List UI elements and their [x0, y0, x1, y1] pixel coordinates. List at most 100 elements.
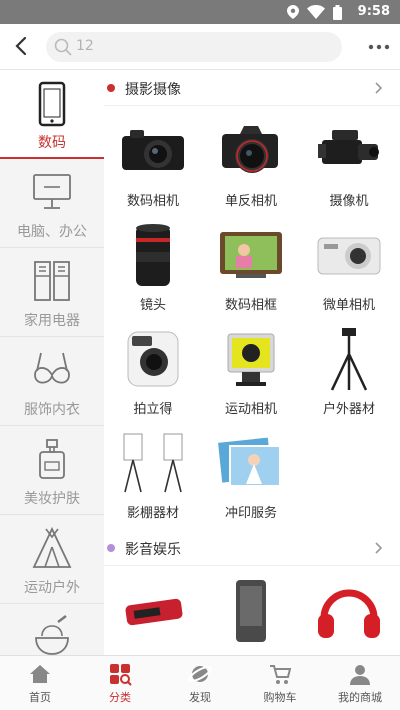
studio-light-image [123, 433, 183, 493]
grid-item-headphones[interactable] [300, 574, 398, 655]
more-button[interactable] [368, 38, 390, 56]
status-time: 9:58 [357, 4, 390, 19]
home-icon [30, 665, 50, 683]
sidebar-item-label: 美妆护肤 [24, 491, 80, 507]
item-name: 微单相机 [322, 298, 375, 313]
grid-item-speaker[interactable] [202, 574, 300, 655]
search-icon [54, 38, 72, 56]
item-name: 冲印服务 [224, 506, 277, 521]
sidebar-item-sports[interactable]: 运动户外 [0, 515, 104, 604]
section-header-av[interactable]: 影音娱乐 [104, 530, 400, 566]
grid-item-lens[interactable]: 镜头 [104, 218, 202, 322]
tab-home[interactable]: 首页 [0, 656, 80, 710]
product-grid-photo: 数码相机 单反相机 摄像机 镜头 数码相框 微单相机 拍立得 运动相机 户外器材… [104, 106, 400, 530]
search-input[interactable]: 12 [46, 32, 342, 62]
section-dot [107, 544, 115, 552]
more-dots-icon [368, 44, 390, 50]
chevron-right-icon [375, 82, 383, 94]
sidebar-item-clothing[interactable]: 服饰内衣 [0, 337, 104, 426]
sidebar-item-digital[interactable]: 数码 [0, 70, 104, 159]
grid-item-photo-frame[interactable]: 数码相框 [202, 218, 300, 322]
phone-icon [38, 81, 66, 127]
tab-cart[interactable]: 购物车 [240, 656, 320, 710]
item-name: 户外器材 [322, 402, 375, 417]
tent-icon [32, 526, 72, 568]
dslr-camera-image [222, 126, 278, 173]
headphones-image [318, 589, 380, 638]
battery-icon [333, 4, 342, 20]
item-name: 拍立得 [133, 402, 173, 417]
chevron-right-icon [375, 542, 383, 554]
sidebar-item-home[interactable] [0, 604, 104, 655]
wifi-icon [307, 5, 325, 19]
grid-item-outdoor-gear[interactable]: 户外器材 [300, 322, 398, 426]
tab-label: 首页 [29, 691, 51, 704]
item-name: 影棚器材 [126, 506, 179, 521]
grid-item-studio[interactable]: 影棚器材 [104, 426, 202, 530]
action-camera-image [227, 333, 275, 386]
cart-icon [270, 665, 292, 684]
mirrorless-camera-image [317, 237, 381, 275]
grid-item-dslr[interactable]: 单反相机 [202, 114, 300, 218]
grid-item-printing[interactable]: 冲印服务 [202, 426, 300, 530]
camcorder-image [318, 130, 379, 164]
item-name: 镜头 [139, 298, 166, 313]
tripod-image [330, 328, 368, 391]
grid-item-mp3[interactable] [104, 574, 202, 655]
sidebar-item-computer[interactable]: 电脑、办公 [0, 159, 104, 248]
sidebar-item-label: 家用电器 [24, 313, 80, 329]
section-header-photo[interactable]: 摄影摄像 [104, 70, 400, 106]
grid-item-instant-camera[interactable]: 拍立得 [104, 322, 202, 426]
sidebar-item-beauty[interactable]: 美妆护肤 [0, 426, 104, 515]
item-name: 运动相机 [224, 402, 277, 417]
category-sidebar: 数码 电脑、办公 家用电器 服饰内衣 美妆护肤 运动户外 [0, 70, 104, 655]
bottom-nav: 首页 分类 发现 购物车 我的商城 [0, 655, 400, 710]
digital-camera-image [122, 130, 184, 170]
planet-icon [188, 666, 212, 682]
monitor-icon [33, 174, 71, 209]
status-bar: 9:58 [0, 0, 400, 24]
mortar-icon [35, 615, 69, 655]
sidebar-item-appliance[interactable]: 家用电器 [0, 248, 104, 337]
grid-item-digital-camera[interactable]: 数码相机 [104, 114, 202, 218]
section-title: 影音娱乐 [125, 542, 181, 558]
fridge-icon [34, 261, 70, 301]
photo-frame-image [220, 232, 282, 278]
tab-label: 发现 [189, 691, 211, 704]
product-grid-av [104, 566, 400, 655]
item-name: 数码相框 [224, 298, 277, 313]
grid-item-action-camera[interactable]: 运动相机 [202, 322, 300, 426]
back-arrow-icon [15, 36, 27, 56]
item-name: 摄像机 [329, 194, 369, 209]
tab-discover[interactable]: 发现 [160, 656, 240, 710]
perfume-icon [39, 439, 65, 479]
status-icons [287, 4, 342, 20]
lens-image [136, 224, 170, 286]
tab-label: 我的商城 [338, 691, 382, 704]
category-content: 摄影摄像 数码相机 单反相机 摄像机 镜头 数码相框 微单相机 拍立得 运动相机… [104, 70, 400, 655]
tab-label: 分类 [109, 691, 131, 704]
sidebar-item-label: 服饰内衣 [24, 402, 80, 418]
back-button[interactable] [10, 34, 34, 58]
speaker-image [236, 580, 266, 642]
section-title: 摄影摄像 [125, 82, 181, 98]
section-dot [107, 84, 115, 92]
sidebar-item-label: 运动户外 [24, 580, 80, 596]
search-text: 12 [76, 38, 94, 54]
item-name: 数码相机 [126, 194, 179, 209]
photo-print-image [218, 437, 281, 487]
category-icon [110, 664, 132, 686]
sidebar-item-label: 电脑、办公 [17, 224, 87, 240]
top-bar: 12 [0, 24, 400, 70]
bra-icon [34, 352, 70, 384]
tab-profile[interactable]: 我的商城 [320, 656, 400, 710]
grid-item-camcorder[interactable]: 摄像机 [300, 114, 398, 218]
user-icon [350, 665, 370, 685]
tab-category[interactable]: 分类 [80, 656, 160, 710]
item-name: 单反相机 [224, 194, 277, 209]
grid-item-mirrorless[interactable]: 微单相机 [300, 218, 398, 322]
location-icon [287, 5, 299, 19]
mp3-player-image [125, 598, 183, 626]
instant-camera-image [127, 331, 179, 387]
sidebar-item-label: 数码 [38, 135, 66, 151]
